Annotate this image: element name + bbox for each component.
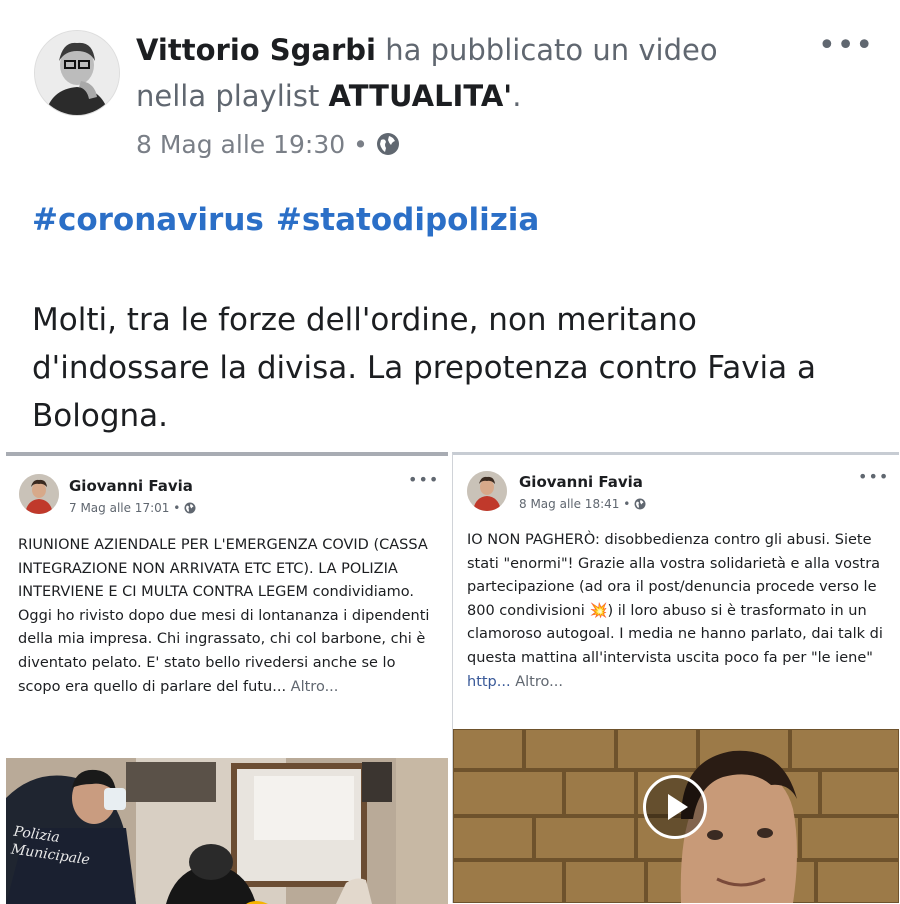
author-avatar[interactable]: [467, 471, 507, 511]
post-meta: 8 Mag alle 18:41 •: [519, 497, 646, 513]
post-text: RIUNIONE AZIENDALE PER L'EMERGENZA COVID…: [18, 534, 438, 699]
post-image[interactable]: Polizia Municipale: [6, 758, 448, 904]
globe-icon: [634, 498, 646, 513]
hashtag-link[interactable]: #coronavirus: [32, 202, 264, 238]
meta-separator: •: [353, 130, 368, 159]
see-more-link[interactable]: Altro...: [291, 679, 339, 695]
timestamp[interactable]: 8 Mag alle 18:41: [519, 497, 619, 511]
hashtag-link[interactable]: #statodipolizia: [276, 202, 539, 238]
embedded-post-right[interactable]: Giovanni Favia 8 Mag alle 18:41 • ••• IO…: [452, 452, 899, 903]
playlist-suffix: .: [512, 79, 522, 113]
author-name[interactable]: Vittorio Sgarbi: [136, 33, 376, 67]
post-header-line-1: Vittorio Sgarbi ha pubblicato un video: [136, 30, 718, 70]
author-name[interactable]: Giovanni Favia: [519, 473, 643, 491]
playlist-prefix: nella playlist: [136, 79, 320, 113]
url-link[interactable]: http...: [467, 674, 511, 690]
author-avatar[interactable]: [34, 30, 120, 116]
video-thumbnail[interactable]: [453, 729, 899, 903]
playlist-name[interactable]: ATTUALITA': [329, 79, 513, 113]
author-name[interactable]: Giovanni Favia: [69, 477, 193, 495]
more-options-icon[interactable]: •••: [818, 28, 874, 63]
post-text: Molti, tra le forze dell'ordine, non mer…: [32, 302, 817, 434]
author-avatar[interactable]: [19, 474, 59, 514]
see-more-link[interactable]: Altro...: [515, 674, 563, 690]
post-meta: 8 Mag alle 19:30 •: [136, 125, 400, 168]
meta-separator: •: [173, 501, 181, 515]
more-options-icon[interactable]: •••: [408, 470, 439, 489]
globe-icon: [376, 128, 400, 168]
post-meta: 7 Mag alle 17:01 •: [69, 501, 196, 517]
embedded-post-left[interactable]: Giovanni Favia 7 Mag alle 17:01 • ••• RI…: [6, 452, 448, 904]
action-text: ha pubblicato un video: [385, 33, 718, 67]
post-body: RIUNIONE AZIENDALE PER L'EMERGENZA COVID…: [18, 537, 430, 695]
timestamp[interactable]: 8 Mag alle 19:30: [136, 130, 345, 159]
timestamp[interactable]: 7 Mag alle 17:01: [69, 501, 169, 515]
post-body: IO NON PAGHERÒ: disobbedienza contro gli…: [467, 532, 883, 666]
post-header-line-2: nella playlist ATTUALITA'.: [136, 76, 521, 116]
hashtag-list: #coronavirus #statodipolizia: [32, 198, 551, 242]
post-text: IO NON PAGHERÒ: disobbedienza contro gli…: [467, 529, 887, 694]
play-icon[interactable]: [643, 775, 707, 839]
globe-icon: [184, 502, 196, 517]
meta-separator: •: [623, 497, 631, 511]
more-options-icon[interactable]: •••: [858, 467, 889, 486]
